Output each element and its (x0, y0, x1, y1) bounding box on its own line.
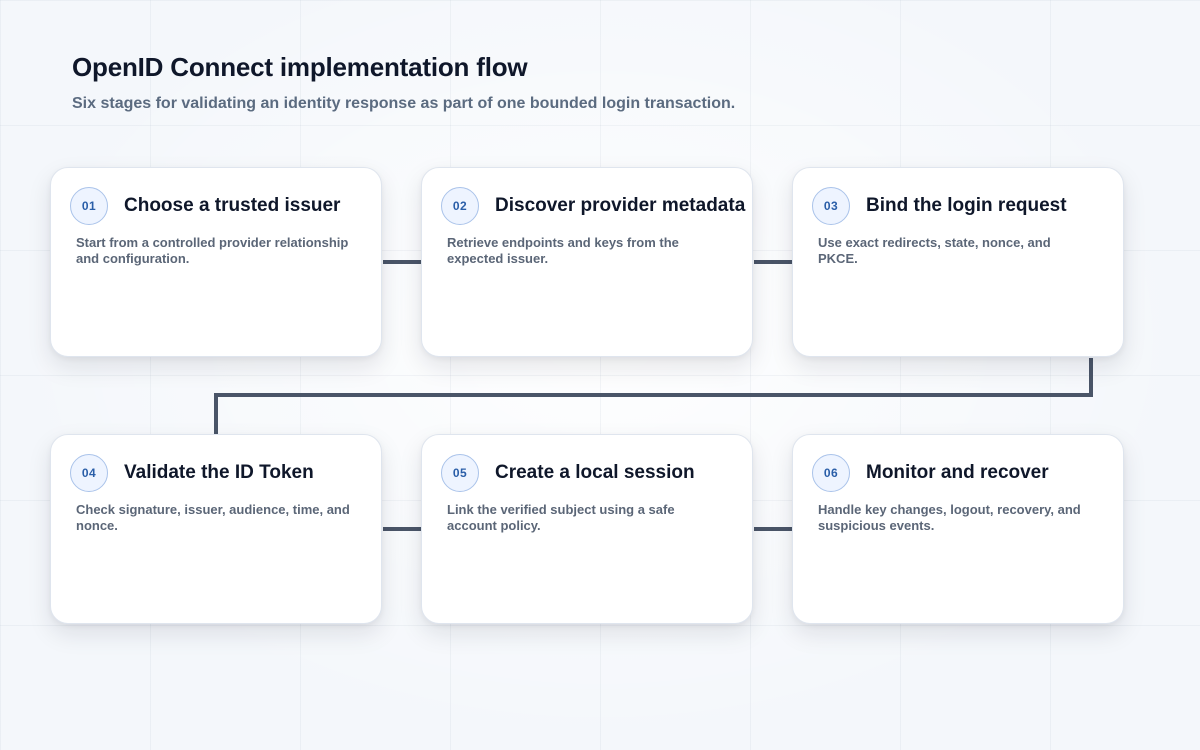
stage-title: Bind the login request (866, 195, 1067, 216)
stage-description: Retrieve endpoints and keys from the exp… (447, 235, 679, 266)
stage-title: Monitor and recover (866, 462, 1049, 483)
stage-number-badge: 05 (441, 454, 479, 492)
page-title: OpenID Connect implementation flow (72, 52, 528, 82)
stage-card-05: 05 Create a local session Link the verif… (421, 434, 753, 624)
stage-card-04: 04 Validate the ID Token Check signature… (50, 434, 382, 624)
stage-number-badge: 04 (70, 454, 108, 492)
stage-title: Validate the ID Token (124, 462, 314, 483)
stage-description: Link the verified subject using a safe a… (447, 502, 675, 533)
stage-card-03: 03 Bind the login request Use exact redi… (792, 167, 1124, 357)
stage-title: Choose a trusted issuer (124, 195, 341, 216)
stage-description: Use exact redirects, state, nonce, and P… (818, 235, 1051, 266)
stage-number-badge: 03 (812, 187, 850, 225)
stage-title: Create a local session (495, 462, 695, 483)
stage-title: Discover provider metadata (495, 195, 746, 216)
stage-number-badge: 02 (441, 187, 479, 225)
stage-number-badge: 06 (812, 454, 850, 492)
stage-card-06: 06 Monitor and recover Handle key change… (792, 434, 1124, 624)
stage-card-01: 01 Choose a trusted issuer Start from a … (50, 167, 382, 357)
stage-description: Start from a controlled provider relatio… (76, 235, 349, 266)
stage-description: Check signature, issuer, audience, time,… (76, 502, 350, 533)
stage-number-badge: 01 (70, 187, 108, 225)
stage-description: Handle key changes, logout, recovery, an… (818, 502, 1081, 533)
page-subtitle: Six stages for validating an identity re… (72, 95, 736, 112)
stage-card-02: 02 Discover provider metadata Retrieve e… (421, 167, 753, 357)
